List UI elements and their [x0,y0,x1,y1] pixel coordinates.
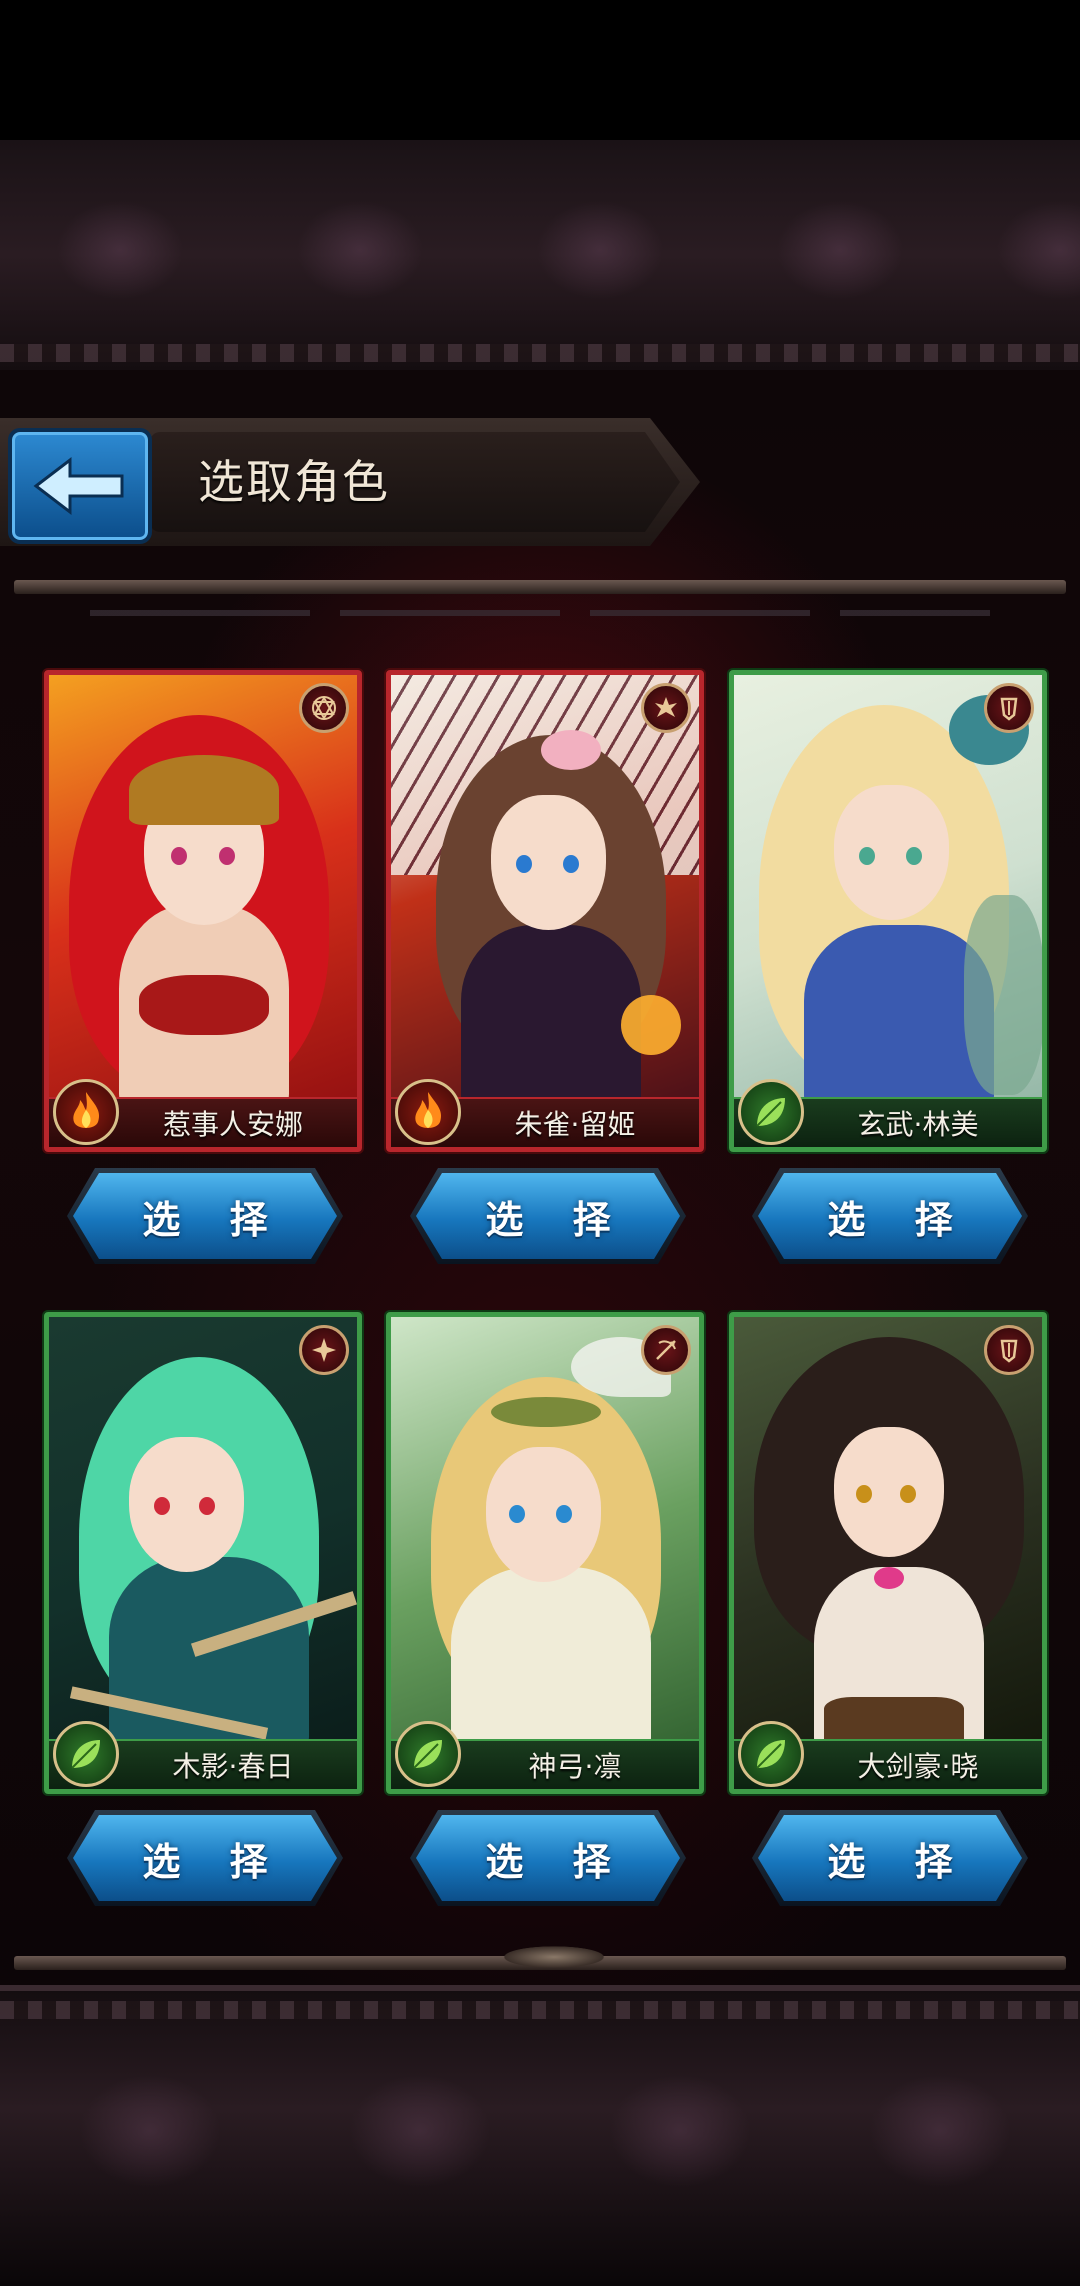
select-button[interactable]: 选 择 [758,1173,1022,1259]
select-button-label: 选 择 [142,1197,286,1242]
character-card[interactable]: 木影·春日 [44,1312,362,1794]
select-button-label: 选 择 [485,1839,629,1884]
select-button[interactable]: 选 择 [416,1173,680,1259]
fire-element-icon [53,1079,119,1145]
character-portrait [49,1317,357,1789]
class-emblem-icon [641,683,691,733]
back-button[interactable] [8,428,152,544]
character-card[interactable]: 玄武·林美 [729,670,1047,1152]
leaf-element-icon [738,1721,804,1787]
fire-element-icon [395,1079,461,1145]
select-button[interactable]: 选 择 [73,1815,337,1901]
class-emblem-icon [641,1325,691,1375]
character-portrait [734,675,1042,1147]
character-portrait [391,675,699,1147]
character-portrait [49,675,357,1147]
bottom-divider [14,1942,1066,1972]
character-portrait [734,1317,1042,1789]
select-button-label: 选 择 [827,1197,971,1242]
select-button[interactable]: 选 择 [758,1815,1022,1901]
character-portrait [391,1317,699,1789]
select-button-label: 选 择 [827,1839,971,1884]
character-card[interactable]: 大剑豪·晓 [729,1312,1047,1794]
leaf-element-icon [738,1079,804,1145]
class-emblem-icon [299,1325,349,1375]
status-area [0,0,1080,140]
class-emblem-icon [984,1325,1034,1375]
class-emblem-icon [984,683,1034,733]
top-ornament [0,140,1080,376]
page-title: 选取角色 [198,455,390,509]
leaf-element-icon [53,1721,119,1787]
select-button-label: 选 择 [485,1197,629,1242]
divider-ornament [484,1942,624,1972]
bottom-ornament [0,1985,1080,2286]
character-card[interactable]: 惹事人安娜 [44,670,362,1152]
character-card[interactable]: 神弓·凛 [386,1312,704,1794]
class-emblem-icon [299,683,349,733]
back-arrow-icon [33,456,124,516]
top-divider-trim [90,610,990,616]
character-card[interactable]: 朱雀·留姬 [386,670,704,1152]
leaf-element-icon [395,1721,461,1787]
select-button-label: 选 择 [142,1839,286,1884]
top-divider [14,580,1066,594]
select-button[interactable]: 选 择 [73,1173,337,1259]
select-button[interactable]: 选 择 [416,1815,680,1901]
